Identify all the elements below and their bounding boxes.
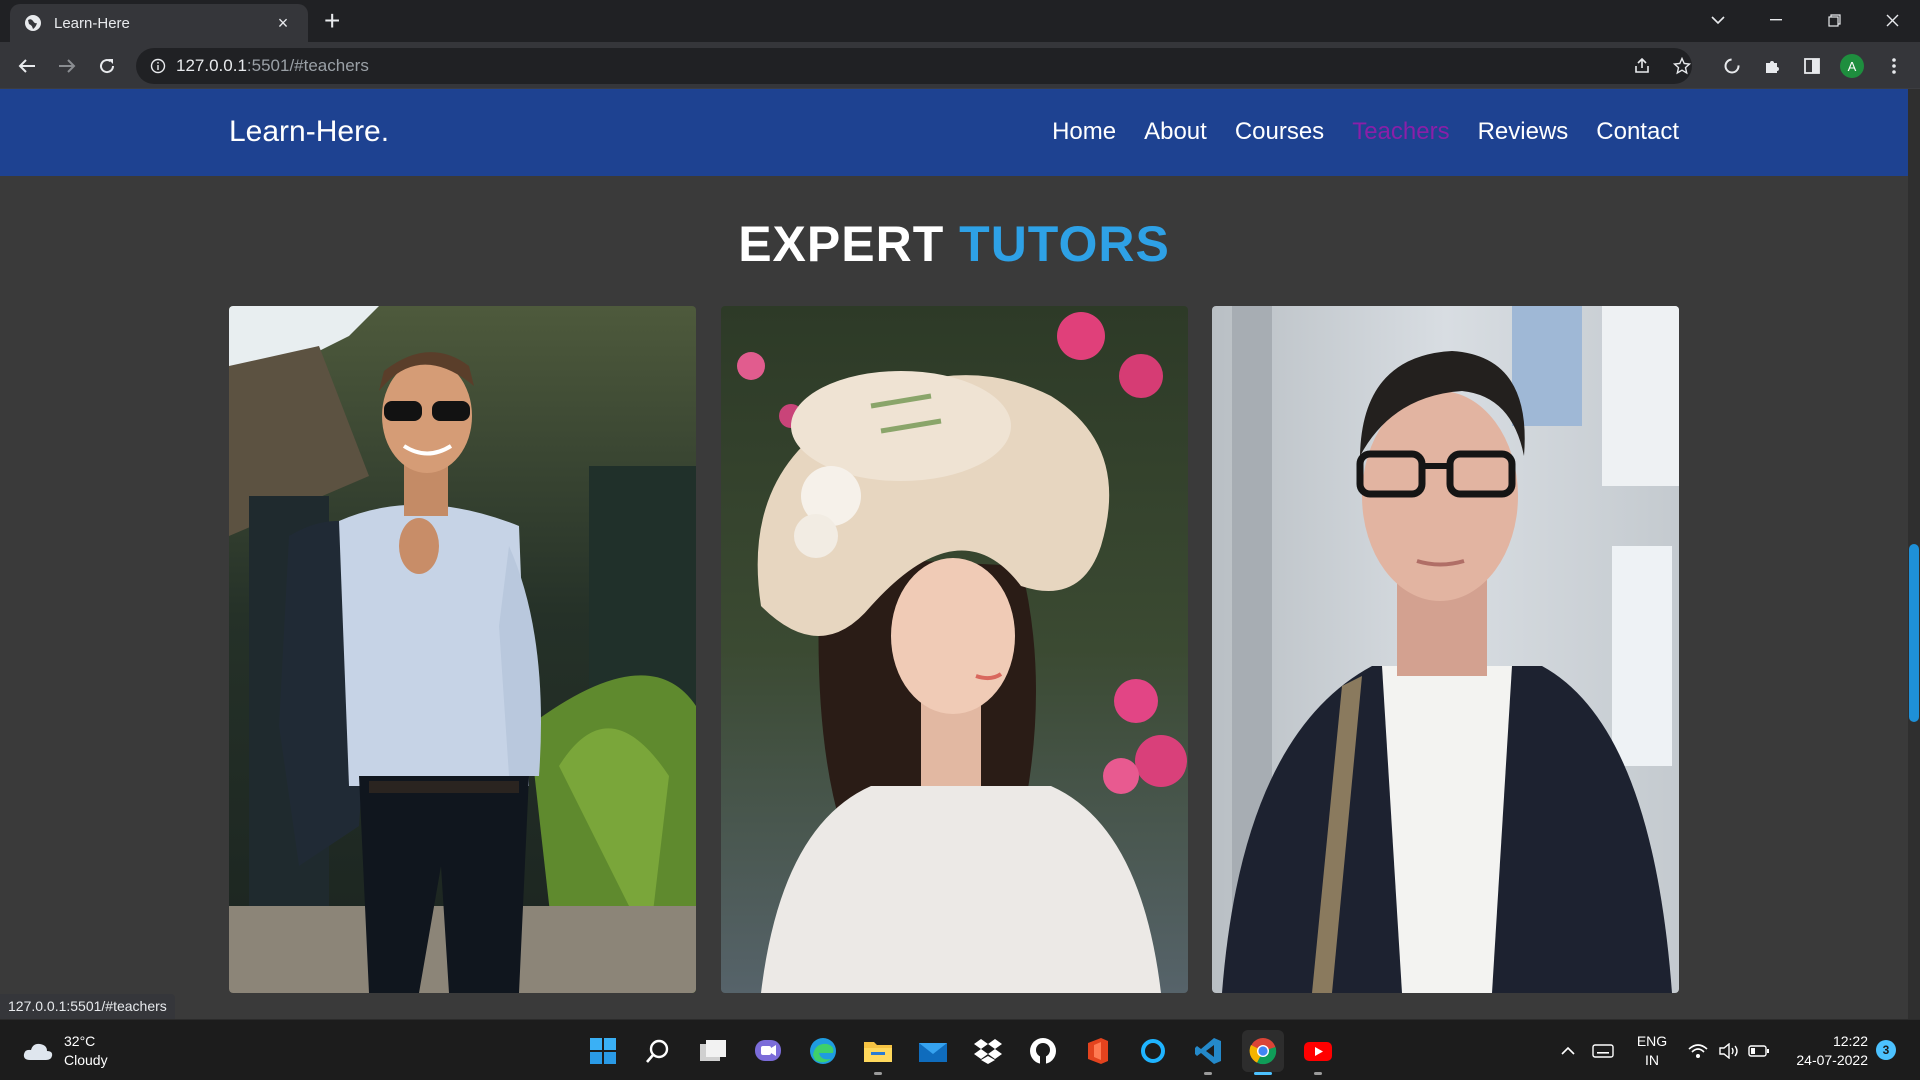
start-icon[interactable]: [582, 1030, 624, 1072]
nav-link-contact[interactable]: Contact: [1596, 118, 1679, 146]
nav-link-about[interactable]: About: [1144, 118, 1207, 146]
office-icon[interactable]: [1077, 1030, 1119, 1072]
weather-temperature: 32°C: [64, 1033, 96, 1049]
clock-time: 12:22: [1832, 1033, 1868, 1049]
share-icon[interactable]: [1628, 52, 1656, 80]
nav-link-reviews[interactable]: Reviews: [1478, 118, 1569, 146]
link-status-tooltip: 127.0.0.1:5501/#teachers: [0, 994, 175, 1019]
youtube-icon[interactable]: [1297, 1030, 1339, 1075]
file-explorer-icon[interactable]: [857, 1030, 899, 1075]
weather-widget[interactable]: 32°C Cloudy: [22, 1032, 108, 1070]
site-logo[interactable]: Learn-Here.: [229, 115, 389, 149]
bookmark-star-icon[interactable]: [1668, 52, 1696, 80]
heading-word-expert: EXPERT: [738, 216, 945, 272]
section-heading: EXPERT TUTORS: [0, 215, 1908, 273]
clock-date: 24-07-2022: [1796, 1052, 1868, 1068]
windows-taskbar: 32°C Cloudy ENG IN 12:22 24-07-2022 3: [0, 1019, 1920, 1080]
browser-tab-strip: Learn-Here × +: [0, 0, 1920, 42]
address-bar[interactable]: 127.0.0.1:5501/#teachers: [136, 48, 1692, 84]
sync-extension-icon[interactable]: [1718, 52, 1746, 80]
cloud-icon: [23, 1043, 53, 1060]
tutor-photo-man-blazer: [1212, 306, 1679, 993]
minimize-icon[interactable]: [1748, 0, 1804, 40]
chrome-icon[interactable]: [1242, 1030, 1284, 1075]
battery-icon[interactable]: [1748, 1020, 1770, 1080]
site-navbar: Learn-Here. Home About Courses Teachers …: [0, 89, 1908, 176]
tutor-card[interactable]: [721, 306, 1188, 993]
close-window-icon[interactable]: [1864, 0, 1920, 40]
profile-avatar[interactable]: A: [1840, 54, 1864, 78]
language-indicator[interactable]: ENG IN: [1634, 1032, 1670, 1070]
tab-search-icon[interactable]: [1690, 0, 1746, 40]
nav-link-home[interactable]: Home: [1052, 118, 1116, 146]
notification-badge[interactable]: 3: [1876, 1040, 1896, 1060]
taskbar-apps: [582, 1030, 1339, 1075]
task-view-icon[interactable]: [692, 1030, 734, 1072]
site-info-icon[interactable]: [150, 58, 166, 74]
tab-title: Learn-Here: [54, 14, 130, 32]
region-code: IN: [1645, 1052, 1659, 1068]
mail-icon[interactable]: [912, 1030, 954, 1072]
url-path: :5501/#teachers: [246, 56, 369, 75]
volume-icon[interactable]: [1718, 1020, 1740, 1080]
reload-icon[interactable]: [93, 52, 121, 80]
system-clock[interactable]: 12:22 24-07-2022: [1786, 1032, 1868, 1070]
browser-toolbar: 127.0.0.1:5501/#teachers A: [0, 42, 1920, 89]
tutor-photo-woman-hat: [721, 306, 1188, 993]
keyboard-icon[interactable]: [1592, 1020, 1614, 1080]
nav-link-teachers[interactable]: Teachers: [1352, 118, 1449, 146]
tutor-card[interactable]: [1212, 306, 1679, 993]
globe-icon: [25, 15, 41, 31]
wifi-icon[interactable]: [1688, 1020, 1708, 1080]
edge-icon[interactable]: [802, 1030, 844, 1072]
url-host: 127.0.0.1: [176, 56, 247, 75]
restore-icon[interactable]: [1806, 0, 1862, 40]
dropbox-icon[interactable]: [967, 1030, 1009, 1072]
heading-word-tutors: TUTORS: [959, 216, 1170, 272]
show-hidden-icons[interactable]: [1560, 1020, 1576, 1080]
vscode-icon[interactable]: [1187, 1030, 1229, 1075]
back-arrow-icon[interactable]: [13, 52, 41, 80]
page-viewport: Learn-Here. Home About Courses Teachers …: [0, 89, 1920, 1019]
weather-description: Cloudy: [64, 1052, 108, 1068]
extensions-puzzle-icon[interactable]: [1758, 52, 1786, 80]
language-code: ENG: [1636, 1033, 1668, 1049]
forward-arrow-icon[interactable]: [53, 52, 81, 80]
tutor-card[interactable]: [229, 306, 696, 993]
main-nav: Home About Courses Teachers Reviews Cont…: [1052, 118, 1679, 146]
teams-chat-icon[interactable]: [747, 1030, 789, 1072]
github-icon[interactable]: [1022, 1030, 1064, 1072]
menu-kebab-icon[interactable]: [1880, 52, 1908, 80]
tab-close-icon[interactable]: ×: [272, 13, 294, 34]
side-panel-icon[interactable]: [1798, 52, 1826, 80]
nav-link-courses[interactable]: Courses: [1235, 118, 1324, 146]
new-tab-button[interactable]: +: [324, 6, 340, 36]
search-icon[interactable]: [637, 1030, 679, 1072]
browser-tab[interactable]: Learn-Here ×: [10, 4, 308, 42]
cortana-icon[interactable]: [1132, 1030, 1174, 1072]
page-scrollbar-thumb[interactable]: [1909, 544, 1919, 722]
tutor-photo-man-sunglasses: [229, 306, 696, 993]
